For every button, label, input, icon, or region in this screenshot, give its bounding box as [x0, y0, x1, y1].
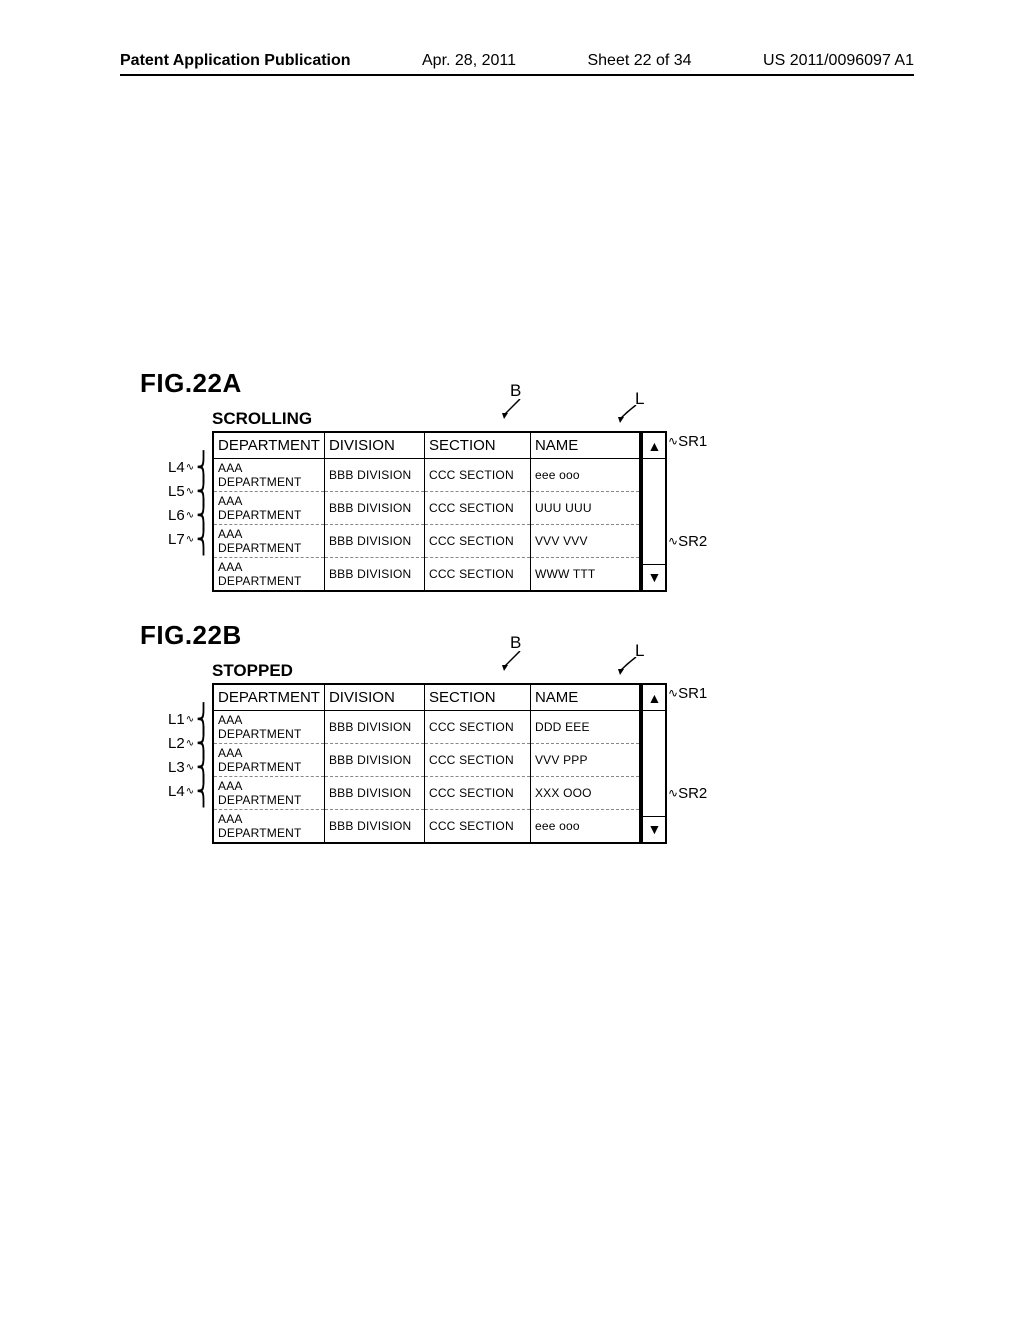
cell-name: VVV VVV [530, 524, 640, 557]
table-row[interactable]: AAA DEPARTMENT BBB DIVISION CCC SECTION … [213, 776, 640, 809]
cell-division: BBB DIVISION [324, 809, 424, 843]
scrollbar[interactable]: ▲ ▼ [641, 431, 667, 592]
cell-name: DDD EEE [530, 710, 640, 743]
cell-division: BBB DIVISION [324, 557, 424, 591]
scroll-up-button[interactable]: ▲ [643, 433, 665, 459]
table-header-row: DEPARTMENT DIVISION SECTION NAME [213, 432, 640, 458]
cell-department: AAA DEPARTMENT [213, 776, 324, 809]
scroll-down-button[interactable]: ▼ [643, 816, 665, 842]
state-label: STOPPED [212, 661, 667, 681]
cell-section: CCC SECTION [424, 557, 530, 591]
row-annot: L1∿ [168, 711, 195, 728]
brace-icon: ⎨ [196, 774, 211, 809]
col-section: SECTION [424, 432, 530, 458]
col-section: SECTION [424, 684, 530, 710]
cell-division: BBB DIVISION [324, 710, 424, 743]
table-row[interactable]: AAA DEPARTMENT BBB DIVISION CCC SECTION … [213, 458, 640, 491]
scroll-up-button[interactable]: ▲ [643, 685, 665, 711]
cell-section: CCC SECTION [424, 491, 530, 524]
data-table: DEPARTMENT DIVISION SECTION NAME AAA DEP… [212, 431, 641, 592]
row-annot: L2∿ [168, 735, 195, 752]
row-annot: L4∿ [168, 783, 195, 800]
table-row[interactable]: AAA DEPARTMENT BBB DIVISION CCC SECTION … [213, 809, 640, 843]
callout-sr1: ∿SR1 [668, 685, 707, 702]
figure-wrapper: SCROLLING B L DEPARTMENT DIVISION SECTIO… [140, 409, 667, 592]
table-row[interactable]: AAA DEPARTMENT BBB DIVISION CCC SECTION … [213, 710, 640, 743]
triangle-down-icon: ▼ [648, 569, 662, 585]
table-row[interactable]: AAA DEPARTMENT BBB DIVISION CCC SECTION … [213, 743, 640, 776]
col-division: DIVISION [324, 432, 424, 458]
cell-section: CCC SECTION [424, 743, 530, 776]
row-annot: L4∿ [168, 459, 195, 476]
cell-department: AAA DEPARTMENT [213, 458, 324, 491]
cell-division: BBB DIVISION [324, 491, 424, 524]
cell-department: AAA DEPARTMENT [213, 743, 324, 776]
cell-division: BBB DIVISION [324, 776, 424, 809]
triangle-up-icon: ▲ [648, 690, 662, 706]
cell-name: UUU UUU [530, 491, 640, 524]
callout-arrow-b [502, 399, 526, 419]
cell-section: CCC SECTION [424, 458, 530, 491]
col-department: DEPARTMENT [213, 432, 324, 458]
header-publication: Patent Application Publication [120, 52, 351, 70]
row-annot: L5∿ [168, 483, 195, 500]
row-annot: L7∿ [168, 531, 195, 548]
cell-division: BBB DIVISION [324, 458, 424, 491]
col-name: NAME [530, 432, 640, 458]
cell-department: AAA DEPARTMENT [213, 524, 324, 557]
callout-sr2: ∿SR2 [668, 785, 707, 802]
header-docid: US 2011/0096097 A1 [763, 52, 914, 70]
cell-department: AAA DEPARTMENT [213, 491, 324, 524]
cell-department: AAA DEPARTMENT [213, 809, 324, 843]
row-annot: L3∿ [168, 759, 195, 776]
page-header: Patent Application Publication Apr. 28, … [120, 52, 914, 76]
cell-name: eee ooo [530, 458, 640, 491]
figure-22a: FIG.22A SCROLLING B L DEPARTMENT DIVISIO… [140, 368, 667, 592]
cell-section: CCC SECTION [424, 524, 530, 557]
triangle-up-icon: ▲ [648, 438, 662, 454]
col-name: NAME [530, 684, 640, 710]
figure-label: FIG.22B [140, 620, 667, 651]
figure-22b: FIG.22B STOPPED B L DEPARTMENT DIVISION … [140, 620, 667, 844]
callout-sr1: ∿SR1 [668, 433, 707, 450]
table-row[interactable]: AAA DEPARTMENT BBB DIVISION CCC SECTION … [213, 491, 640, 524]
col-department: DEPARTMENT [213, 684, 324, 710]
callout-sr2: ∿SR2 [668, 533, 707, 550]
cell-department: AAA DEPARTMENT [213, 557, 324, 591]
row-annot: L6∿ [168, 507, 195, 524]
brace-icon: ⎨ [196, 522, 211, 557]
figure-wrapper: STOPPED B L DEPARTMENT DIVISION SECTION … [140, 661, 667, 844]
header-sheet: Sheet 22 of 34 [587, 52, 691, 70]
cell-section: CCC SECTION [424, 809, 530, 843]
scroll-down-button[interactable]: ▼ [643, 564, 665, 590]
table-row[interactable]: AAA DEPARTMENT BBB DIVISION CCC SECTION … [213, 524, 640, 557]
figure-label: FIG.22A [140, 368, 667, 399]
scrollbar[interactable]: ▲ ▼ [641, 683, 667, 844]
col-division: DIVISION [324, 684, 424, 710]
state-label: SCROLLING [212, 409, 667, 429]
cell-department: AAA DEPARTMENT [213, 710, 324, 743]
cell-name: XXX OOO [530, 776, 640, 809]
cell-section: CCC SECTION [424, 710, 530, 743]
header-date: Apr. 28, 2011 [422, 52, 516, 70]
callout-arrow-b [502, 651, 526, 671]
cell-section: CCC SECTION [424, 776, 530, 809]
cell-division: BBB DIVISION [324, 743, 424, 776]
cell-division: BBB DIVISION [324, 524, 424, 557]
cell-name: eee ooo [530, 809, 640, 843]
cell-name: VVV PPP [530, 743, 640, 776]
callout-arrow-l [618, 405, 642, 423]
table-header-row: DEPARTMENT DIVISION SECTION NAME [213, 684, 640, 710]
table-row[interactable]: AAA DEPARTMENT BBB DIVISION CCC SECTION … [213, 557, 640, 591]
callout-b: B [510, 381, 521, 401]
triangle-down-icon: ▼ [648, 821, 662, 837]
data-table: DEPARTMENT DIVISION SECTION NAME AAA DEP… [212, 683, 641, 844]
callout-arrow-l [618, 657, 642, 675]
cell-name: WWW TTT [530, 557, 640, 591]
callout-b: B [510, 633, 521, 653]
